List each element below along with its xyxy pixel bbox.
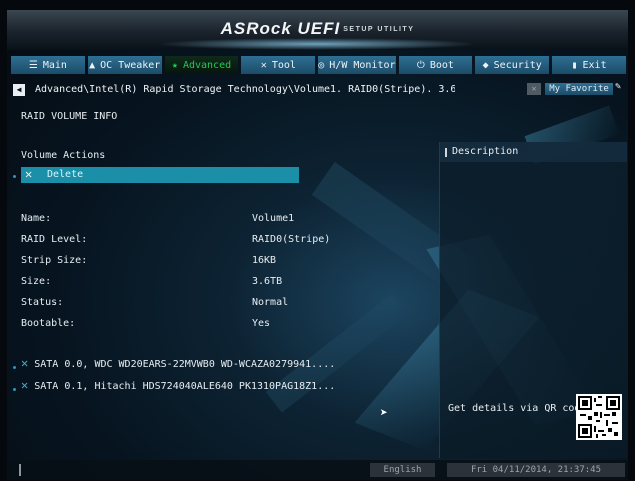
header-glow [157,38,477,50]
breadcrumb: Advanced\Intel(R) Rapid Storage Technolo… [35,84,455,95]
tab-label: Advanced [182,59,232,71]
tab-exit[interactable]: ▮ Exit [552,56,626,74]
row-bullet [13,175,16,178]
section-title: RAID VOLUME INFO [21,111,118,122]
pen-icon: ✎ [615,81,622,92]
tab-main[interactable]: ☰ Main [11,56,85,74]
language-selector[interactable]: English [370,463,435,477]
tab-label: Security [493,59,542,71]
breadcrumb-row: ◀ Advanced\Intel(R) Rapid Storage Techno… [11,81,626,99]
qr-code [576,394,622,440]
tools-icon: ✕ [21,356,29,370]
date-time: Fri 04/11/2014, 21:37:45 [447,463,625,477]
tab-boot[interactable]: ⏻ Boot [398,56,473,74]
description-panel: Description Get details via QR code [439,142,627,458]
footer: English Fri 04/11/2014, 21:37:45 [7,460,628,480]
tab-label: Exit [582,59,607,71]
bios-screen: ASRock UEFI SETUP UTILITY ☰ Main ▲ OC Tweak… [7,10,628,480]
gauge-icon: ◎ [318,59,325,71]
disk-label: SATA 0.1, Hitachi HDS724040ALE640 PK1310… [34,381,336,392]
tab-label: OC Tweaker [100,59,161,71]
tab-advanced[interactable]: ★ Advanced [164,56,239,74]
description-bar [445,148,447,157]
disk-item[interactable]: ✕ SATA 0.0, WDC WD20EARS-22MVWB0 WD-WCAZA… [21,356,335,370]
tab-label: Tool [271,59,296,71]
star-icon: ★ [171,59,178,71]
info-value: Yes [252,318,271,329]
info-value: Normal [252,297,289,308]
tab-tool[interactable]: ✕ Tool [241,56,316,74]
description-title: Description [452,146,519,157]
delete-button[interactable]: ✕ Delete [21,167,299,183]
tab-security[interactable]: ◆ Security [475,56,550,74]
tools-icon: ✕ [21,378,29,392]
info-key: Size: [21,276,52,287]
description-header: Description [440,142,627,162]
delete-label: Delete [47,169,84,180]
brand-logo: ASRock UEFI SETUP UTILITY [7,19,628,39]
tab-bar: ☰ Main ▲ OC Tweaker ★ Advanced ✕ Tool ◎ H/W M… [11,56,626,74]
tab-hw-monitor[interactable]: ◎ H/W Monitor [318,56,396,74]
tools-icon: ✕ [260,59,267,71]
info-key: Name: [21,213,52,224]
back-arrow-icon[interactable]: ◀ [13,84,25,96]
info-key: Bootable: [21,318,76,329]
brand-subtitle: SETUP UTILITY [343,26,415,34]
tools-icon: ✕ [25,167,33,181]
mouse-cursor-icon: ➤ [380,406,388,421]
power-icon: ⏻ [416,59,425,71]
info-key: Strip Size: [21,255,88,266]
volume-actions-label: Volume Actions [21,150,106,161]
my-favorite-button[interactable]: My Favorite [545,83,613,95]
info-key: RAID Level: [21,234,88,245]
exit-icon: ▮ [571,59,578,71]
info-value: 16KB [252,255,277,266]
footer-marker [19,464,21,476]
info-value: RAID0(Stripe) [252,234,331,245]
info-value: Volume1 [252,213,295,224]
favorite-close-icon[interactable]: ✕ [527,83,541,95]
row-bullet [13,388,16,391]
row-bullet [13,366,16,369]
disk-item[interactable]: ✕ SATA 0.1, Hitachi HDS724040ALE640 PK131… [21,378,335,392]
rocket-icon: ▲ [89,59,96,71]
list-icon: ☰ [28,59,38,71]
info-key: Status: [21,297,64,308]
tab-label: H/W Monitor [329,59,396,71]
header: ASRock UEFI SETUP UTILITY [7,10,628,50]
info-value: 3.6TB [252,276,283,287]
brand-name: ASRock UEFI [220,19,341,38]
tab-label: Boot [429,59,454,71]
shield-icon: ◆ [482,59,489,71]
tab-oc-tweaker[interactable]: ▲ OC Tweaker [87,56,162,74]
disk-label: SATA 0.0, WDC WD20EARS-22MVWB0 WD-WCAZA0… [34,359,336,370]
tab-label: Main [42,59,67,71]
qr-caption: Get details via QR code [448,403,587,414]
